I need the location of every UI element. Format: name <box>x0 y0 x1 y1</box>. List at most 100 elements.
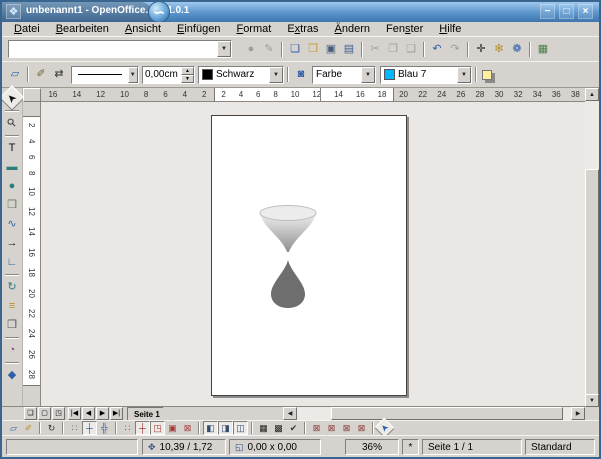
horizontal-scroll-thumb[interactable] <box>331 407 563 420</box>
curve-tool[interactable]: ∿ <box>3 215 21 233</box>
menu-hilfe[interactable]: Hilfe <box>431 22 469 36</box>
align-tool[interactable]: ≡ <box>3 297 21 315</box>
line-color-dropdown-icon[interactable]: ▼ <box>269 67 283 83</box>
edit-points-button[interactable]: ▱ <box>6 66 24 83</box>
print-button[interactable]: ▤ <box>340 41 358 58</box>
object3d-tool[interactable]: ❒ <box>3 196 21 214</box>
url-combobox[interactable]: ▼ <box>8 40 232 58</box>
shadow-toggle-button[interactable] <box>480 66 498 83</box>
rectangle-tool[interactable]: ▬ <box>3 158 21 176</box>
simple-handles-button[interactable]: ▦ <box>256 421 271 435</box>
stop-button[interactable]: ● <box>242 41 260 58</box>
minimize-button[interactable]: − <box>540 4 555 19</box>
objects3d-controller-tool[interactable]: ◆ <box>3 366 21 384</box>
previous-page-button[interactable]: ◀ <box>82 407 95 420</box>
menu-format[interactable]: Format <box>228 22 279 36</box>
scroll-right-icon[interactable]: ▶ <box>571 407 585 420</box>
stylist-button[interactable]: ✻ <box>490 41 508 58</box>
placeholder-mode-1-button[interactable]: ⊠ <box>309 421 324 435</box>
url-dropdown-icon[interactable]: ▼ <box>217 41 231 57</box>
snap-to-grid-button[interactable]: ∷ <box>120 421 135 435</box>
titlebar[interactable]: ❖ unbenannt1 - OpenOffice.org 1.0.1 ∽ − … <box>2 2 599 22</box>
line-width-down-icon[interactable]: ▼ <box>181 75 194 83</box>
placeholder-mode-2-button[interactable]: ⊠ <box>324 421 339 435</box>
close-button[interactable]: × <box>578 4 593 19</box>
redo-button[interactable]: ↷ <box>446 41 464 58</box>
gallery-button[interactable]: ❁ <box>508 41 526 58</box>
save-button[interactable]: ▣ <box>322 41 340 58</box>
copy-button[interactable]: ❐ <box>384 41 402 58</box>
line-color-select[interactable]: Schwarz ▼ <box>198 66 284 84</box>
line-dialog-button[interactable]: ✐ <box>32 66 50 83</box>
layer-mode-button[interactable]: ◳ <box>52 407 65 420</box>
area-dialog-button[interactable]: ◙ <box>292 66 310 83</box>
insert-graphics-button[interactable]: ▦ <box>534 41 552 58</box>
status-position-cell[interactable]: ✥ 10,39 / 1,72 <box>142 439 226 455</box>
line-width-input[interactable] <box>143 67 181 83</box>
app-icon[interactable]: ❖ <box>6 4 21 19</box>
show-grid-button[interactable]: ∷ <box>67 421 82 435</box>
navigator-button[interactable]: ✛ <box>472 41 490 58</box>
placeholder-mode-4-button[interactable]: ⊠ <box>354 421 369 435</box>
snap-to-border-button[interactable]: ▣ <box>165 421 180 435</box>
direct-edit-button[interactable]: ✐ <box>21 421 36 435</box>
select-tool[interactable]: ➤ <box>0 85 25 110</box>
connector-tool[interactable]: ∟ <box>3 253 21 271</box>
menu-bearbeiten[interactable]: Bearbeiten <box>48 22 117 36</box>
line-width-up-icon[interactable]: ▲ <box>181 67 194 75</box>
snap-to-snap-lines-button[interactable]: ┼ <box>135 421 150 435</box>
line-arrow-tool[interactable]: → <box>3 234 21 252</box>
hourglass-3d-shape[interactable] <box>252 204 324 310</box>
drawing-canvas[interactable] <box>41 102 585 406</box>
fill-color-dropdown-icon[interactable]: ▼ <box>457 67 471 83</box>
page[interactable] <box>211 115 407 396</box>
quick-edit-button[interactable]: ◧ <box>203 421 218 435</box>
maximize-button[interactable]: □ <box>559 4 574 19</box>
ellipse-tool[interactable]: ● <box>3 177 21 195</box>
new-document-button[interactable]: ❏ <box>286 41 304 58</box>
cut-button[interactable]: ✂ <box>366 41 384 58</box>
menu-einfügen[interactable]: Einfügen <box>169 22 228 36</box>
last-page-button[interactable]: ▶| <box>110 407 123 420</box>
paste-button[interactable]: ❑ <box>402 41 420 58</box>
edit-file-button[interactable]: ✎ <box>260 41 278 58</box>
horizontal-scrollbar[interactable]: ◀ ▶ <box>283 406 585 420</box>
placeholder-mode-3-button[interactable]: ⊠ <box>339 421 354 435</box>
next-page-button[interactable]: ▶ <box>96 407 109 420</box>
fill-color-select[interactable]: Blau 7 ▼ <box>380 66 472 84</box>
fill-type-dropdown-icon[interactable]: ▼ <box>361 67 375 83</box>
menu-datei[interactable]: Datei <box>6 22 48 36</box>
fill-type-select[interactable]: Farbe ▼ <box>312 66 376 84</box>
zoom-tool[interactable]: ⚲ <box>0 110 25 135</box>
show-snap-lines-button[interactable]: ┼ <box>82 421 97 435</box>
arrow-heads-button[interactable]: ⇄ <box>50 66 68 83</box>
snap-to-margins-button[interactable]: ◳ <box>150 421 165 435</box>
rotate-tool[interactable]: ↻ <box>3 278 21 296</box>
modify-with-attributes-button[interactable]: ✔ <box>286 421 301 435</box>
url-input[interactable] <box>12 42 212 56</box>
menu-ansicht[interactable]: Ansicht <box>117 22 169 36</box>
edit-points-mode-button[interactable]: ▱ <box>6 421 21 435</box>
snap-to-points-button[interactable]: ⊠ <box>180 421 195 435</box>
master-mode-button[interactable]: ▢ <box>38 407 51 420</box>
select-text-area-button[interactable]: ◨ <box>218 421 233 435</box>
vertical-ruler[interactable]: 246810121416182022242628 <box>23 102 41 406</box>
scroll-up-icon[interactable]: ▲ <box>585 88 599 101</box>
line-style-dropdown-icon[interactable]: ▼ <box>128 67 138 83</box>
rotation-mode-button[interactable]: ↻ <box>44 421 59 435</box>
horizontal-ruler[interactable]: 161412108642 24681012141618 202224262830… <box>41 88 585 102</box>
show-guides-button[interactable]: ╬ <box>97 421 112 435</box>
line-style-select[interactable]: ▼ <box>71 66 139 84</box>
status-zoom-cell[interactable]: 36% <box>345 439 399 455</box>
line-width-spinner[interactable]: ▲▼ <box>142 66 195 84</box>
large-handles-button[interactable]: ▩ <box>271 421 286 435</box>
page-tab[interactable]: Seite 1 <box>127 407 173 420</box>
menu-fenster[interactable]: Fenster <box>378 22 431 36</box>
menu-extras[interactable]: Extras <box>279 22 326 36</box>
double-click-edit-button[interactable]: ◫ <box>233 421 248 435</box>
undo-button[interactable]: ↶ <box>428 41 446 58</box>
open-button[interactable]: ❒ <box>304 41 322 58</box>
scroll-down-icon[interactable]: ▼ <box>585 394 599 407</box>
effects-tool[interactable]: ◔ <box>3 341 21 359</box>
status-size-cell[interactable]: ◱ 0,00 x 0,00 <box>229 439 321 455</box>
